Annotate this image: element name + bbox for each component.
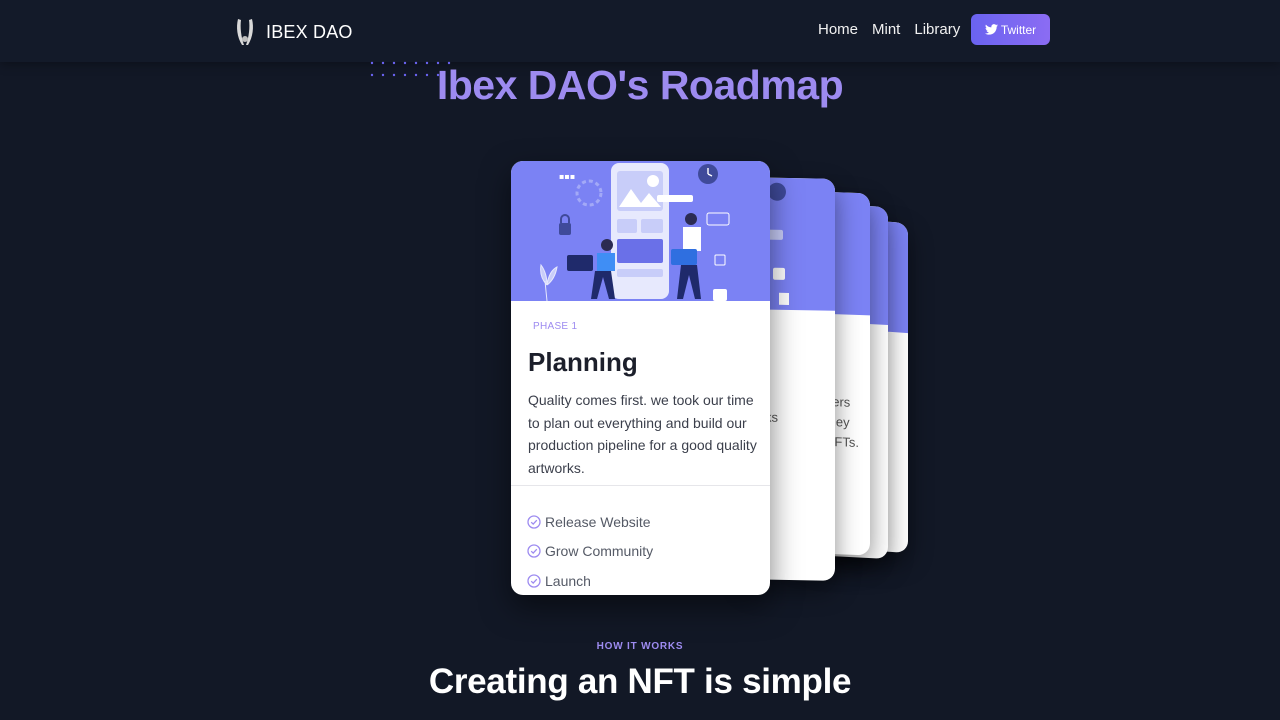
section-title: Creating an NFT is simple — [428, 662, 852, 701]
nav-link-library[interactable]: Library — [914, 21, 960, 38]
task-label: Grow Community — [545, 543, 654, 560]
twitter-button-label: Twitter — [1000, 22, 1037, 37]
task-label: Launch — [545, 572, 591, 589]
roadmap-card-phase-1[interactable]: ▪▪▪ PHASE 1 Planning Quality comes first… — [511, 161, 770, 595]
check-circle-icon — [527, 544, 541, 558]
card-illustration: ▪▪▪ — [511, 161, 770, 302]
task-item: Launch — [527, 566, 653, 595]
nav-link-home[interactable]: Home — [818, 21, 858, 38]
check-circle-icon — [527, 515, 541, 529]
check-circle-icon — [527, 574, 541, 588]
twitter-button[interactable]: Twitter — [971, 14, 1050, 45]
svg-text:▪▪▪: ▪▪▪ — [559, 172, 575, 181]
task-item: Grow Community — [527, 537, 653, 567]
card-divider — [511, 485, 770, 486]
twitter-bird-icon — [984, 24, 998, 35]
brand-name: IBEX DAO — [266, 21, 353, 42]
task-label: Release Website — [545, 513, 651, 530]
card-description: Quality comes first. we took our time to… — [528, 392, 757, 476]
phase-label: PHASE 1 — [533, 321, 578, 332]
task-item: Release Website — [527, 507, 653, 537]
card-title: Planning — [528, 347, 638, 377]
task-list: Release Website Grow Community Launch — [527, 507, 653, 595]
section-eyebrow: HOW IT WORKS — [596, 641, 684, 652]
brand-link[interactable]: IBEX DAO — [234, 17, 353, 47]
navbar: IBEX DAO Home Mint Library Twitter — [0, 0, 1280, 62]
ibex-horns-icon — [237, 19, 253, 45]
nav-links: Home Mint Library — [818, 21, 960, 38]
roadmap-title: Ibex DAO's Roadmap — [436, 62, 844, 108]
nav-link-mint[interactable]: Mint — [872, 21, 900, 38]
